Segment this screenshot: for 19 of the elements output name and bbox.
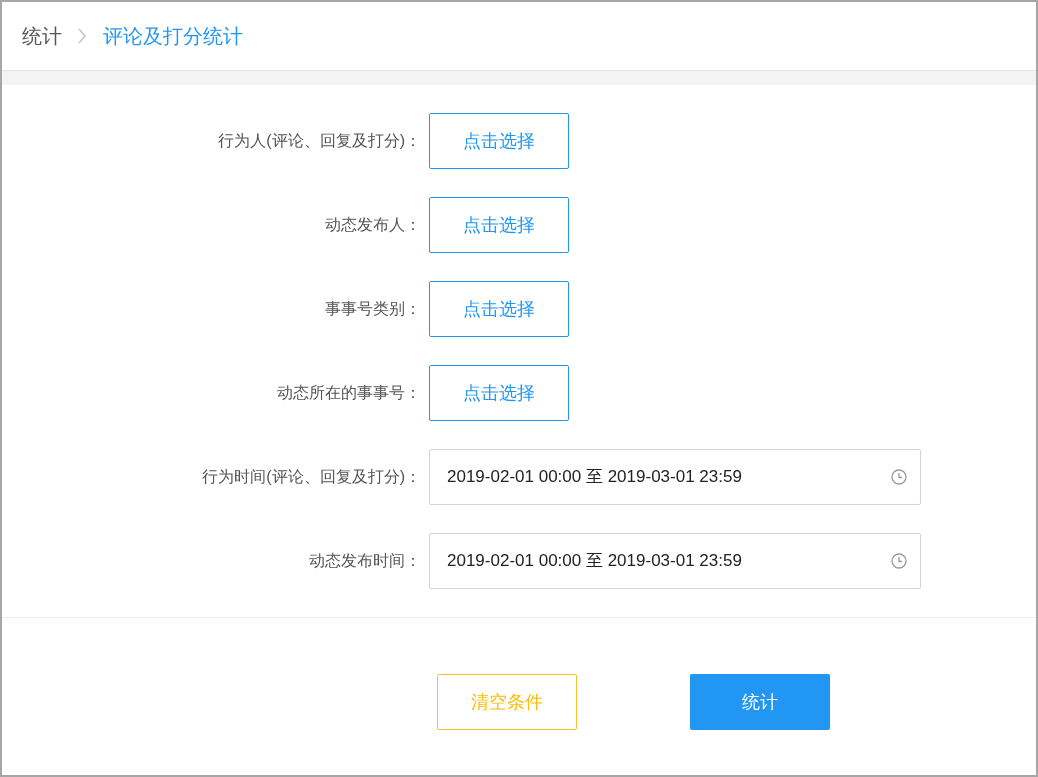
field-label: 动态所在的事事号：: [277, 383, 421, 403]
select-button[interactable]: 点击选择: [429, 197, 569, 253]
field-label: 动态发布人：: [325, 215, 421, 235]
date-range-field[interactable]: 2019-02-01 00:00 至 2019-03-01 23:59: [429, 533, 921, 589]
select-button[interactable]: 点击选择: [429, 113, 569, 169]
field-label: 行为人(评论、回复及打分)：: [218, 131, 421, 151]
breadcrumb-link[interactable]: 统计: [22, 21, 62, 51]
select-button[interactable]: 点击选择: [429, 365, 569, 421]
field-label: 行为时间(评论、回复及打分)：: [202, 467, 421, 487]
select-button[interactable]: 点击选择: [429, 281, 569, 337]
chevron-right-icon: [77, 28, 87, 44]
field-label: 事事号类别：: [325, 299, 421, 319]
clear-button[interactable]: 清空条件: [437, 674, 577, 730]
clock-icon: [891, 469, 907, 485]
breadcrumb-link[interactable]: 评论及打分统计: [103, 21, 243, 51]
clock-icon: [891, 553, 907, 569]
date-range-field[interactable]: 2019-02-01 00:00 至 2019-03-01 23:59: [429, 449, 921, 505]
field-label: 动态发布时间：: [309, 551, 421, 571]
submit-button[interactable]: 统计: [690, 674, 830, 730]
